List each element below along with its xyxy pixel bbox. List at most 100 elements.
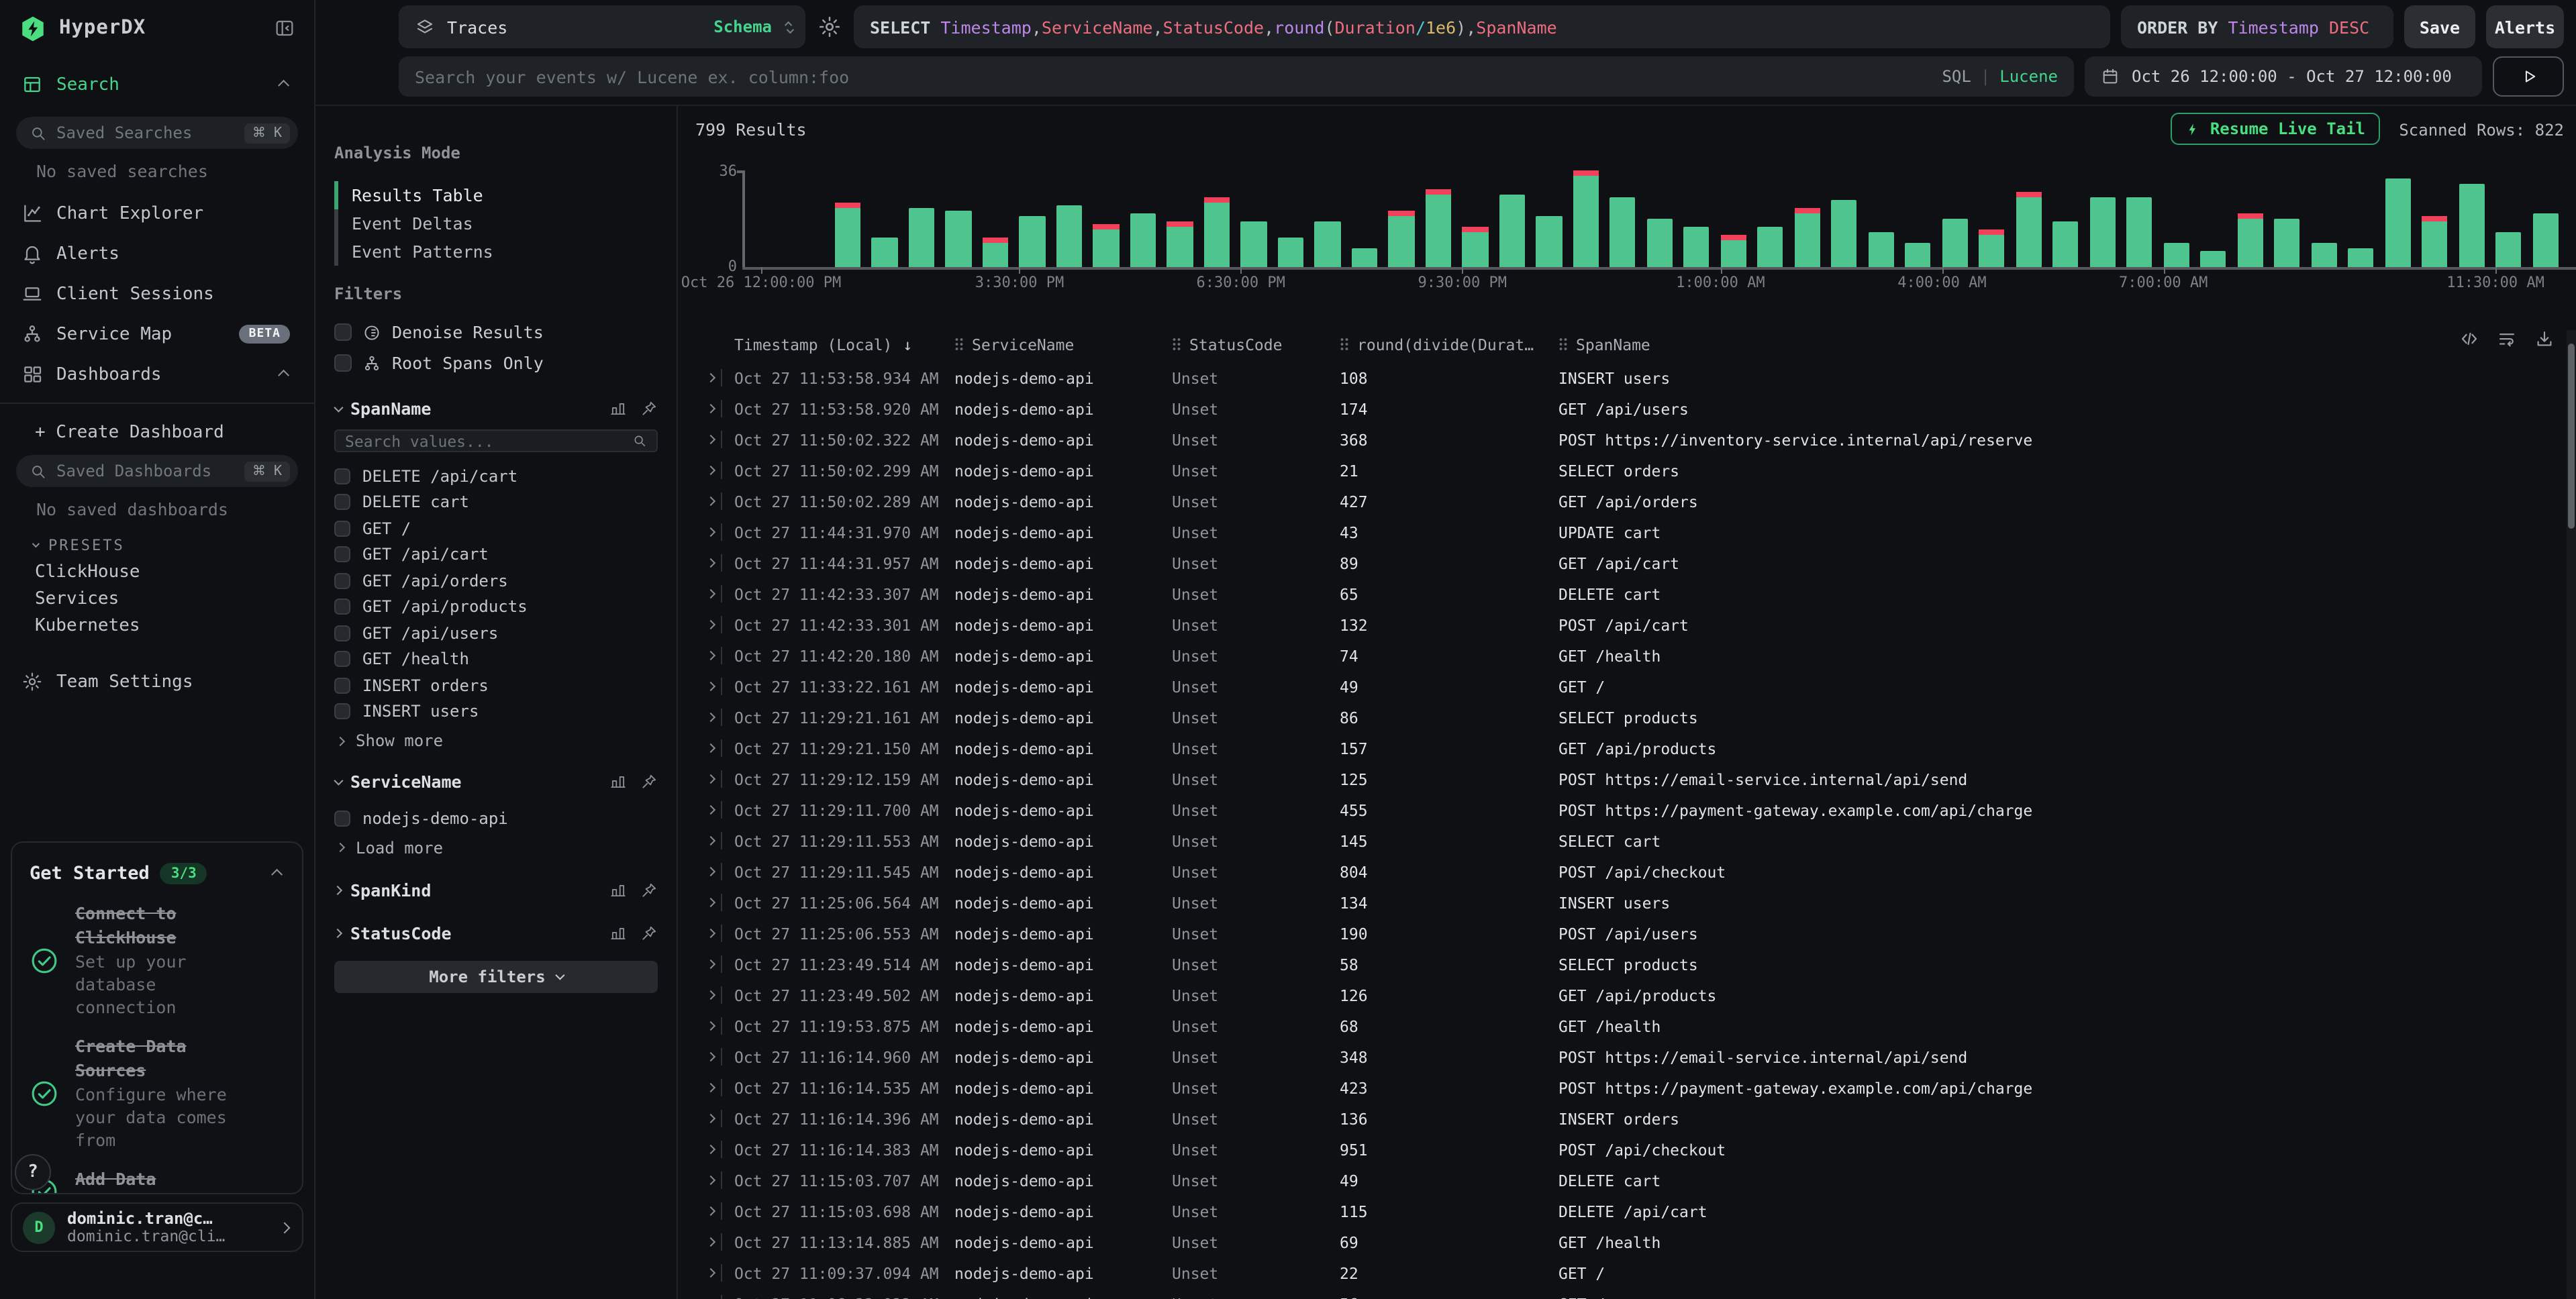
- nav-chart-explorer[interactable]: Chart Explorer: [16, 193, 298, 233]
- filter-value-checkbox[interactable]: GET /api/users: [334, 620, 658, 646]
- saved-searches-input[interactable]: ⌘ K: [16, 117, 298, 149]
- histogram-bar[interactable]: [1979, 229, 2004, 267]
- denoise-results-checkbox[interactable]: Denoise Results: [334, 317, 658, 348]
- servicename-group-header[interactable]: ServiceName: [334, 768, 658, 794]
- column-header-status[interactable]: StatusCode: [1172, 335, 1340, 354]
- column-chart-icon[interactable]: [609, 399, 627, 417]
- expand-row-icon[interactable]: [699, 776, 721, 782]
- histogram-bar[interactable]: [1130, 213, 1156, 267]
- histogram-bar[interactable]: [1167, 221, 1193, 267]
- column-header-timestamp[interactable]: Timestamp (Local)↓: [734, 335, 954, 354]
- filter-value-checkbox[interactable]: DELETE cart: [334, 489, 658, 515]
- expand-row-icon[interactable]: [699, 590, 721, 597]
- checkbox[interactable]: [334, 573, 350, 589]
- column-chart-icon[interactable]: [609, 772, 627, 790]
- histogram-bar[interactable]: [2495, 232, 2521, 267]
- expand-row-icon[interactable]: [699, 930, 721, 937]
- save-button[interactable]: Save: [2404, 5, 2475, 48]
- preset-item[interactable]: Services: [16, 585, 298, 612]
- nav-service-map[interactable]: Service Map BETA: [16, 314, 298, 354]
- filter-value-checkbox[interactable]: GET /api/orders: [334, 568, 658, 594]
- table-row[interactable]: Oct 27 11:15:03.707 AM nodejs-demo-api U…: [678, 1165, 2567, 1196]
- table-row[interactable]: Oct 27 11:50:02.322 AM nodejs-demo-api U…: [678, 424, 2567, 455]
- analysis-mode-option[interactable]: Event Patterns: [334, 238, 658, 266]
- table-row[interactable]: Oct 27 11:29:11.553 AM nodejs-demo-api U…: [678, 825, 2567, 856]
- time-range-picker[interactable]: Oct 26 12:00:00 - Oct 27 12:00:00: [2085, 56, 2482, 97]
- histogram-bar[interactable]: [946, 211, 971, 267]
- table-row[interactable]: Oct 27 11:50:02.299 AM nodejs-demo-api U…: [678, 455, 2567, 486]
- show-more-button[interactable]: Show more: [334, 727, 658, 754]
- download-icon[interactable]: [2534, 329, 2555, 349]
- table-row[interactable]: Oct 27 11:29:11.700 AM nodejs-demo-api U…: [678, 794, 2567, 825]
- filter-value-checkbox[interactable]: nodejs-demo-api: [334, 805, 658, 831]
- histogram-bar[interactable]: [2089, 197, 2115, 267]
- get-started-step[interactable]: Add Data Start sending: [30, 1167, 285, 1194]
- histogram-bar[interactable]: [872, 238, 897, 267]
- checkbox[interactable]: [334, 678, 350, 694]
- expand-row-icon[interactable]: [699, 1177, 721, 1184]
- expand-row-icon[interactable]: [699, 1084, 721, 1091]
- preset-item[interactable]: Kubernetes: [16, 612, 298, 639]
- order-by-input[interactable]: ORDER BY Timestamp DESC: [2121, 5, 2393, 48]
- nav-team-settings[interactable]: Team Settings: [16, 662, 298, 702]
- table-row[interactable]: Oct 27 11:29:21.150 AM nodejs-demo-api U…: [678, 733, 2567, 764]
- filter-value-checkbox[interactable]: GET /health: [334, 646, 658, 672]
- expand-row-icon[interactable]: [699, 652, 721, 659]
- histogram-bar[interactable]: [1573, 170, 1599, 267]
- histogram-bar[interactable]: [2311, 243, 2336, 267]
- table-row[interactable]: Oct 27 11:16:14.383 AM nodejs-demo-api U…: [678, 1134, 2567, 1165]
- histogram-bar[interactable]: [1020, 216, 1045, 267]
- saved-dashboards-field[interactable]: [56, 462, 235, 480]
- event-search-input[interactable]: SQL | Lucene: [399, 56, 2074, 97]
- checkbox[interactable]: [334, 704, 350, 720]
- filter-value-search[interactable]: [334, 429, 658, 452]
- pin-icon[interactable]: [640, 925, 658, 942]
- chevron-up-icon[interactable]: [271, 869, 283, 880]
- pin-icon[interactable]: [640, 399, 658, 417]
- checkbox[interactable]: [334, 652, 350, 668]
- scrollbar-thumb[interactable]: [2568, 344, 2575, 529]
- histogram-bar[interactable]: [1499, 195, 1525, 267]
- column-chart-icon[interactable]: [609, 925, 627, 942]
- histogram-bar[interactable]: [1794, 208, 1820, 267]
- column-header-service[interactable]: ServiceName: [954, 335, 1172, 354]
- histogram-bar[interactable]: [2348, 248, 2373, 267]
- histogram-bar[interactable]: [1720, 235, 1746, 267]
- pin-icon[interactable]: [640, 772, 658, 790]
- checkbox[interactable]: [334, 323, 352, 341]
- expand-row-icon[interactable]: [699, 899, 721, 906]
- analysis-mode-option[interactable]: Event Deltas: [334, 209, 658, 238]
- collapse-sidebar-icon[interactable]: [274, 17, 295, 39]
- code-icon[interactable]: [2459, 329, 2479, 349]
- scrollbar[interactable]: [2567, 330, 2576, 1299]
- column-chart-icon[interactable]: [609, 882, 627, 899]
- histogram-bar[interactable]: [2459, 184, 2484, 267]
- table-row[interactable]: Oct 27 11:23:49.502 AM nodejs-demo-api U…: [678, 980, 2567, 1010]
- wrap-text-icon[interactable]: [2497, 329, 2517, 349]
- alerts-button[interactable]: Alerts: [2486, 5, 2564, 48]
- expand-row-icon[interactable]: [699, 405, 721, 412]
- histogram-bar[interactable]: [1241, 221, 1267, 267]
- statuscode-group-header[interactable]: StatusCode: [334, 920, 658, 947]
- expand-row-icon[interactable]: [699, 529, 721, 535]
- expand-row-icon[interactable]: [699, 1146, 721, 1153]
- histogram-bar[interactable]: [1757, 227, 1783, 267]
- filter-value-checkbox[interactable]: INSERT users: [334, 698, 658, 725]
- pin-icon[interactable]: [640, 882, 658, 899]
- checkbox[interactable]: [334, 521, 350, 537]
- histogram-bar[interactable]: [2016, 192, 2041, 267]
- create-dashboard-button[interactable]: + Create Dashboard: [16, 412, 298, 452]
- expand-row-icon[interactable]: [699, 374, 721, 381]
- analysis-mode-option[interactable]: Results Table: [334, 181, 658, 209]
- histogram-bar[interactable]: [983, 238, 1008, 267]
- histogram-bar[interactable]: [2052, 221, 2078, 267]
- table-row[interactable]: Oct 27 11:19:53.875 AM nodejs-demo-api U…: [678, 1010, 2567, 1041]
- histogram-bar[interactable]: [1278, 238, 1303, 267]
- table-row[interactable]: Oct 27 11:09:37.094 AM nodejs-demo-api U…: [678, 1257, 2567, 1288]
- nav-dashboards[interactable]: Dashboards: [16, 354, 298, 395]
- expand-row-icon[interactable]: [699, 745, 721, 751]
- sort-desc-icon[interactable]: ↓: [903, 335, 912, 354]
- table-row[interactable]: Oct 27 11:16:14.960 AM nodejs-demo-api U…: [678, 1041, 2567, 1072]
- histogram-bar[interactable]: [1426, 189, 1451, 267]
- histogram-bar[interactable]: [1204, 197, 1230, 267]
